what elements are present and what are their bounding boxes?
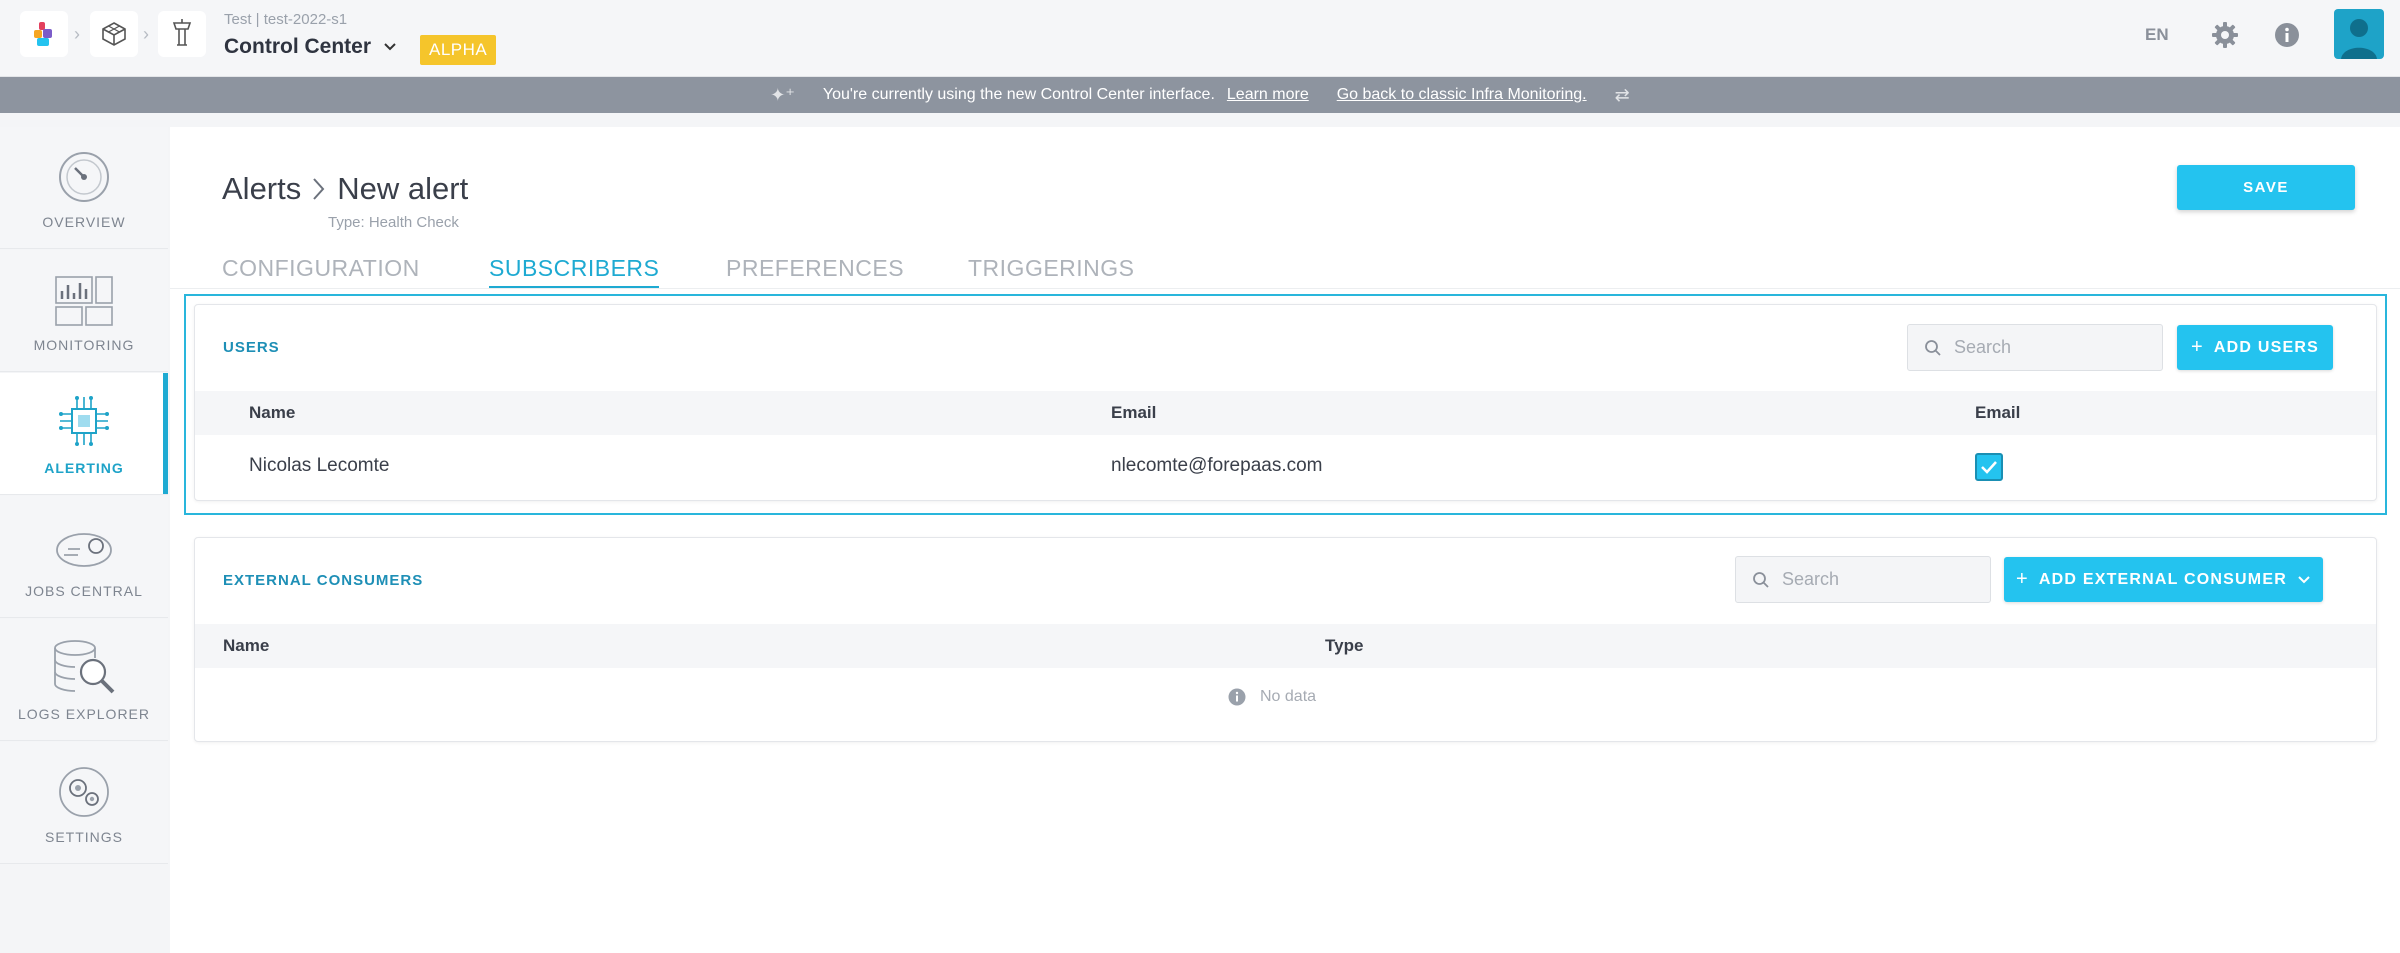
- external-consumers-card: EXTERNAL CONSUMERS + ADD EXTERNAL CONSUM…: [194, 537, 2377, 742]
- cubes-icon: [102, 22, 126, 46]
- sidebar-item-overview[interactable]: OVERVIEW: [0, 127, 168, 249]
- sidebar-item-logs-explorer[interactable]: LOGS EXPLORER: [0, 619, 168, 741]
- sidebar-item-monitoring[interactable]: MONITORING: [0, 250, 168, 372]
- sidebar-item-label: SETTINGS: [44, 829, 123, 845]
- learn-more-link[interactable]: Learn more: [1227, 86, 1309, 104]
- settings-gear-icon: [59, 767, 109, 817]
- tab-preferences[interactable]: PREFERENCES: [726, 255, 904, 286]
- column-type: Type: [1325, 636, 1364, 655]
- control-center-breadcrumb[interactable]: [158, 11, 206, 57]
- external-search-input[interactable]: [1782, 569, 1942, 590]
- sidebar-item-alerting[interactable]: ALERTING: [0, 373, 168, 495]
- sidebar: OVERVIEW MONITORING ALERTING JOBS CENTRA: [0, 127, 168, 867]
- dashboard-icon: [55, 276, 113, 326]
- plus-icon: +: [2016, 568, 2029, 590]
- sidebar-item-settings[interactable]: SETTINGS: [0, 742, 168, 864]
- sidebar-item-label: LOGS EXPLORER: [17, 706, 151, 722]
- sidebar-item-label: JOBS CENTRAL: [25, 583, 143, 599]
- settings-button[interactable]: [2208, 18, 2242, 52]
- go-back-classic-link[interactable]: Go back to classic Infra Monitoring.: [1337, 86, 1587, 104]
- breadcrumb-alerts[interactable]: Alerts: [222, 171, 301, 207]
- language-selector[interactable]: EN: [2145, 25, 2169, 45]
- external-consumers-title: EXTERNAL CONSUMERS: [223, 572, 424, 589]
- chevron-right-icon: [313, 178, 325, 200]
- checkmark-icon: [1981, 461, 1997, 474]
- add-users-label: ADD USERS: [2213, 338, 2319, 356]
- alpha-badge: ALPHA: [420, 35, 497, 65]
- users-title: USERS: [223, 339, 280, 356]
- empty-state: No data: [1228, 688, 1316, 706]
- users-search[interactable]: [1907, 324, 2163, 371]
- email-notify-checkbox[interactable]: [1975, 453, 2003, 481]
- chip-icon: [59, 396, 109, 446]
- app-title: Control Center: [224, 35, 371, 58]
- sidebar-item-jobs-central[interactable]: JOBS CENTRAL: [0, 496, 168, 618]
- column-name: Name: [249, 403, 296, 422]
- column-name: Name: [223, 636, 270, 655]
- users-section-highlight: USERS + ADD USERS Name Email Email Nicol…: [184, 294, 2387, 515]
- chevron-down-icon: [2298, 575, 2310, 583]
- add-external-consumer-label: ADD EXTERNAL CONSUMER: [2038, 570, 2287, 588]
- info-button[interactable]: [2270, 18, 2304, 52]
- gear-icon: [2212, 22, 2238, 48]
- info-icon: [2275, 23, 2299, 47]
- tabs-divider: [170, 288, 2400, 289]
- tab-configuration[interactable]: CONFIGURATION: [222, 255, 420, 286]
- app-switcher[interactable]: Control Center: [224, 35, 397, 59]
- swap-arrows-icon: ⇄: [1614, 84, 1630, 105]
- sidebar-item-label: ALERTING: [44, 460, 124, 476]
- info-icon: [1228, 688, 1246, 706]
- page-title: Alerts New alert: [222, 171, 468, 207]
- user-name: Nicolas Lecomte: [249, 455, 390, 476]
- control-tower-icon: [172, 19, 192, 46]
- users-table-header: Name Email Email: [195, 391, 2376, 435]
- column-email: Email: [1111, 403, 1157, 422]
- sidebar-item-label: MONITORING: [33, 337, 135, 353]
- users-card: USERS + ADD USERS Name Email Email Nicol…: [194, 304, 2377, 501]
- user-email: nlecomte@forepaas.com: [1111, 455, 1323, 476]
- no-data-text: No data: [1260, 688, 1317, 705]
- user-avatar[interactable]: [2334, 9, 2384, 59]
- tab-subscribers[interactable]: SUBSCRIBERS: [489, 255, 660, 288]
- jobs-icon: [56, 533, 112, 567]
- app-logo[interactable]: [20, 11, 68, 57]
- add-external-consumer-button[interactable]: + ADD EXTERNAL CONSUMER: [2004, 557, 2323, 602]
- info-banner: ✦⁺ You're currently using the new Contro…: [0, 77, 2400, 113]
- project-subtitle: Test | test-2022-s1: [224, 11, 348, 28]
- chevron-right-icon: ›: [74, 24, 80, 44]
- add-users-button[interactable]: + ADD USERS: [2177, 325, 2333, 370]
- forepaas-logo-icon: [34, 22, 52, 46]
- save-button[interactable]: SAVE: [2177, 165, 2355, 210]
- alert-type: Type: Health Check: [328, 214, 459, 231]
- sidebar-item-label: OVERVIEW: [42, 214, 126, 230]
- user-icon: [2341, 19, 2377, 59]
- top-bar: › › Test | test-2022-s1 Control Center A…: [0, 0, 2400, 77]
- plus-icon: +: [2191, 336, 2204, 358]
- external-table-header: Name Type: [195, 624, 2376, 668]
- search-icon: [1753, 571, 1769, 588]
- alert-name: New alert: [337, 171, 469, 206]
- main-content: Alerts New alert Type: Health Check SAVE…: [170, 127, 2400, 953]
- column-email-notify: Email: [1975, 403, 2021, 422]
- project-breadcrumb[interactable]: [90, 11, 138, 57]
- chevron-right-icon: ›: [143, 24, 149, 44]
- external-search[interactable]: [1735, 556, 1991, 603]
- users-search-input[interactable]: [1954, 337, 2114, 358]
- sparkle-icon: ✦⁺: [770, 84, 795, 105]
- tab-triggerings[interactable]: TRIGGERINGS: [968, 255, 1135, 286]
- database-search-icon: [54, 640, 115, 694]
- search-icon: [1925, 339, 1941, 356]
- gauge-icon: [59, 152, 109, 202]
- banner-message: You're currently using the new Control C…: [822, 86, 1215, 103]
- chevron-down-icon: [384, 43, 396, 51]
